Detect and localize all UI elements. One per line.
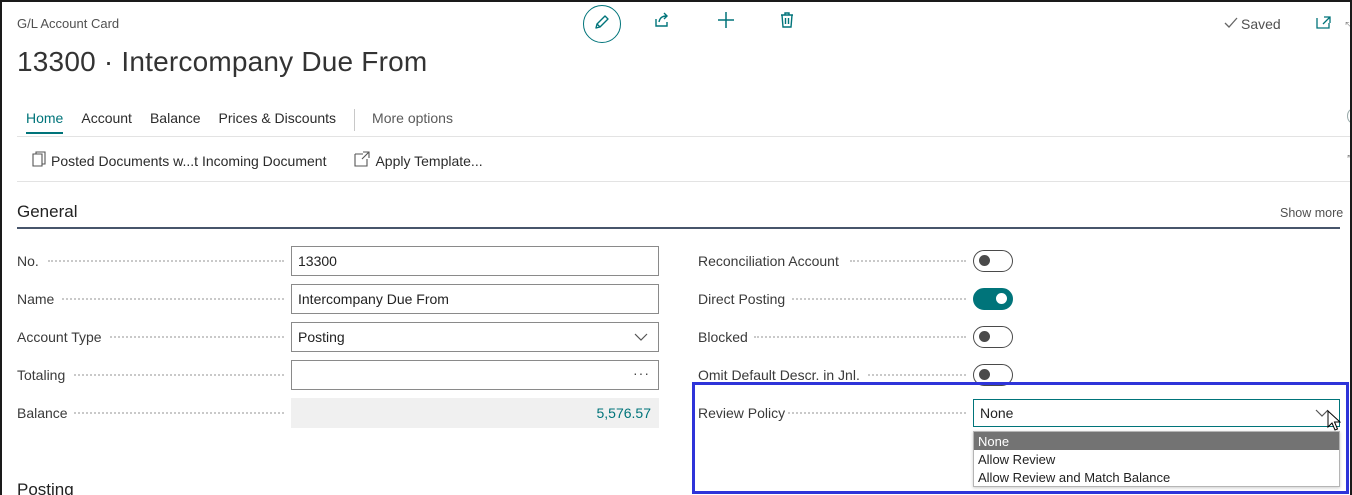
general-section-title: General [17, 202, 78, 221]
reconciliation-label: Reconciliation Account [698, 253, 839, 269]
review-policy-select[interactable]: None [973, 399, 1340, 427]
dropdown-option-allow-review-match-balance[interactable]: Allow Review and Match Balance [974, 468, 1339, 486]
page-title: 13300 · Intercompany Due From [17, 46, 428, 77]
apply-template-label: Apply Template... [375, 152, 483, 169]
card-type-label: G/L Account Card [17, 16, 120, 31]
totaling-label: Totaling [17, 367, 66, 383]
leader-dots [74, 412, 284, 414]
omit-description-label: Omit Default Descr. in Jnl. [698, 367, 860, 383]
share-icon [653, 11, 671, 34]
leader-dots [754, 336, 966, 338]
checkmark-icon [1224, 16, 1238, 32]
reconciliation-toggle[interactable] [973, 250, 1013, 272]
plus-icon [717, 11, 735, 34]
name-value: Intercompany Due From [298, 291, 449, 307]
blocked-toggle[interactable] [973, 326, 1013, 348]
app-window: G/L Account Card Saved ⤡ 13300 · In [0, 0, 1352, 495]
reconciliation-row: Reconciliation Account [698, 246, 839, 276]
divider [17, 181, 1350, 182]
edit-button[interactable] [583, 5, 621, 43]
share-button[interactable] [652, 12, 672, 32]
top-action-bar [583, 5, 621, 43]
action-tabs: Home Account Balance Prices & Discounts … [26, 109, 471, 134]
section-rule [17, 227, 1340, 229]
delete-button[interactable] [777, 11, 797, 34]
template-icon [354, 151, 371, 170]
blocked-row: Blocked [698, 322, 748, 352]
leader-dots [48, 260, 284, 262]
direct-posting-row: Direct Posting [698, 284, 785, 314]
no-label: No. [17, 253, 39, 269]
leader-dots [788, 412, 966, 414]
divider [17, 136, 1350, 137]
tab-balance[interactable]: Balance [150, 110, 201, 130]
review-policy-dropdown: None Allow Review Allow Review and Match… [973, 431, 1340, 487]
open-new-window-button[interactable] [1315, 14, 1333, 35]
tab-divider [354, 109, 356, 131]
account-type-row: Account Type [17, 322, 102, 352]
name-field[interactable]: Intercompany Due From [291, 284, 659, 314]
balance-field[interactable]: 5,576.57 [291, 398, 659, 428]
action-bar: Posted Documents w...t Incoming Document… [32, 151, 511, 170]
leader-dots [792, 298, 966, 300]
account-type-label: Account Type [17, 329, 102, 345]
review-policy-value: None [980, 405, 1014, 421]
totaling-row: Totaling [17, 360, 65, 390]
leader-dots [850, 260, 966, 262]
dropdown-option-none[interactable]: None [974, 432, 1339, 450]
no-value: 13300 [298, 253, 337, 269]
tab-more-options[interactable]: More options [372, 110, 453, 130]
dropdown-option-allow-review[interactable]: Allow Review [974, 450, 1339, 468]
show-more-link[interactable]: Show more [1280, 206, 1343, 220]
balance-row: Balance [17, 398, 68, 428]
collapse-icon[interactable]: ⤡ [1345, 19, 1350, 34]
tab-home[interactable]: Home [26, 110, 64, 134]
ellipsis-icon[interactable]: ··· [633, 365, 650, 381]
posting-section-title: Posting [17, 480, 74, 495]
open-new-window-icon [1315, 16, 1333, 34]
document-icon [32, 151, 46, 170]
posted-documents-label: Posted Documents w...t Incoming Document [51, 152, 327, 169]
balance-value[interactable]: 5,576.57 [597, 405, 652, 421]
name-row: Name [17, 284, 54, 314]
edit-icon [593, 13, 611, 36]
name-label: Name [17, 291, 55, 307]
expand-icon[interactable]: ⤡ [1347, 152, 1350, 167]
direct-posting-label: Direct Posting [698, 291, 786, 307]
account-type-value: Posting [298, 329, 345, 345]
review-policy-label: Review Policy [698, 405, 786, 421]
leader-dots [868, 374, 966, 376]
balance-label: Balance [17, 405, 68, 421]
tab-prices-discounts[interactable]: Prices & Discounts [219, 110, 336, 130]
saved-label: Saved [1241, 16, 1281, 32]
new-button[interactable] [716, 11, 736, 34]
chevron-down-icon [634, 330, 648, 347]
posted-documents-button[interactable]: Posted Documents w...t Incoming Document [32, 151, 326, 170]
tab-account[interactable]: Account [81, 110, 132, 130]
personalize-icon[interactable] [1347, 109, 1350, 123]
apply-template-button[interactable]: Apply Template... [354, 151, 483, 170]
review-policy-row: Review Policy [698, 398, 785, 428]
save-status: Saved [1224, 16, 1281, 32]
leader-dots [74, 374, 284, 376]
no-field[interactable]: 13300 [291, 246, 659, 276]
leader-dots [110, 336, 284, 338]
blocked-label: Blocked [698, 329, 748, 345]
no-row: No. [17, 246, 39, 276]
leader-dots [62, 298, 284, 300]
mouse-cursor-icon [1327, 409, 1342, 437]
trash-icon [779, 11, 795, 34]
totaling-field[interactable]: ··· [291, 360, 659, 390]
account-type-select[interactable]: Posting [291, 322, 659, 352]
direct-posting-toggle[interactable] [973, 288, 1013, 310]
